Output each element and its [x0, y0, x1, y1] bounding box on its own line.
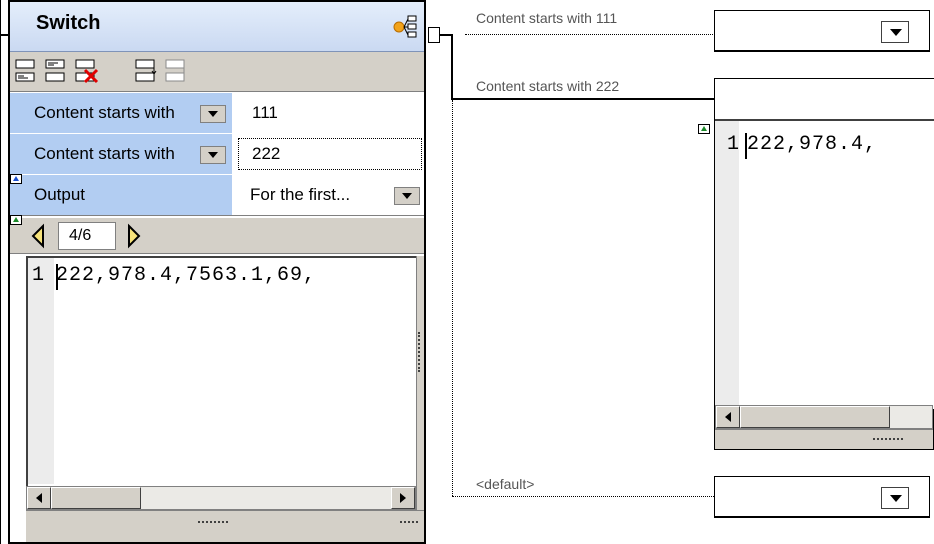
line-number: 1	[727, 133, 740, 156]
switch-title: Switch	[36, 12, 101, 34]
case-value[interactable]: 222	[252, 144, 280, 164]
text-preview[interactable]: 1 222,978.4,7563.1,69,	[26, 256, 416, 486]
line-number: 1	[32, 264, 45, 287]
case1-label: Content starts with 111	[476, 10, 618, 26]
default-output-box[interactable]	[714, 476, 930, 518]
insert-case-above-icon[interactable]	[12, 58, 40, 84]
switch-trunk-solid	[451, 34, 453, 100]
output-mode-dropdown[interactable]	[394, 187, 420, 205]
line-number-gutter	[715, 121, 739, 407]
scroll-right-button[interactable]	[391, 487, 415, 509]
case2-label: Content starts with 222	[476, 78, 620, 94]
output-label: Output	[34, 185, 86, 204]
case-condition-dropdown[interactable]	[200, 105, 226, 123]
switch-header[interactable]: Switch	[10, 2, 424, 52]
case-label: Content starts with	[34, 144, 175, 163]
case-label: Content starts with	[34, 103, 175, 122]
scroll-left-button[interactable]	[27, 487, 51, 509]
next-page-icon[interactable]	[122, 222, 146, 250]
delete-case-icon[interactable]	[72, 58, 100, 84]
switch-trunk-dotted	[452, 100, 453, 496]
line-number-gutter	[28, 258, 54, 484]
preview-pager: 4/6	[10, 218, 424, 254]
left-border-line	[0, 0, 1, 544]
default-output-dropdown[interactable]	[881, 487, 909, 509]
case-label-cell: Content starts with	[10, 93, 232, 133]
default-label: <default>	[476, 476, 535, 492]
case2-preview-frame: 1 222,978.4,	[715, 119, 934, 409]
collapse-marker-icon[interactable]	[10, 174, 22, 184]
case-row-2: Content starts with 222	[10, 134, 424, 175]
preview-line: 222,978.4,	[747, 133, 878, 156]
case2-resize-grip[interactable]	[715, 429, 933, 449]
case2-connector	[451, 98, 715, 100]
switch-toolbar	[10, 52, 424, 92]
case2-expand-marker-icon[interactable]	[698, 124, 710, 134]
previous-page-icon[interactable]	[26, 222, 50, 250]
case-value[interactable]: 111	[252, 103, 278, 123]
output-value[interactable]: For the first...	[250, 185, 350, 205]
scroll-thumb[interactable]	[740, 406, 890, 428]
expand-marker-icon[interactable]	[10, 215, 22, 225]
corner-grip-dots	[400, 521, 418, 523]
output-row: Output For the first...	[10, 175, 424, 216]
bottom-resize-grip[interactable]	[26, 510, 424, 542]
case2-output-header	[715, 79, 934, 119]
scroll-thumb[interactable]	[51, 487, 141, 509]
preview-horizontal-scrollbar[interactable]	[26, 486, 416, 510]
grip-dots	[418, 332, 420, 372]
default-connector	[452, 496, 714, 497]
case-row-1: Content starts with 111	[10, 93, 424, 134]
insert-case-below-icon[interactable]	[42, 58, 70, 84]
grip-dots	[873, 438, 903, 440]
case1-output-dropdown[interactable]	[881, 21, 909, 43]
switch-component[interactable]: Switch Content starts with 111 Content s…	[8, 0, 426, 544]
case1-output-box[interactable]	[714, 10, 930, 52]
case-label-cell: Content starts with	[10, 134, 232, 174]
output-label-cell: Output	[10, 175, 232, 215]
scroll-left-icon	[725, 412, 731, 422]
scroll-left-icon	[36, 493, 42, 503]
case1-connector	[465, 34, 715, 35]
case-condition-dropdown[interactable]	[200, 146, 226, 164]
pager-page-indicator: 4/6	[58, 222, 116, 250]
output-port[interactable]	[428, 27, 440, 43]
move-case-down-icon	[165, 59, 185, 82]
vertical-resize-grip[interactable]	[416, 256, 424, 542]
preview-line: 222,978.4,7563.1,69,	[56, 264, 317, 287]
scroll-left-button[interactable]	[716, 406, 740, 428]
case2-horizontal-scrollbar[interactable]	[715, 405, 933, 429]
switch-component-icon	[393, 15, 417, 38]
case2-output-component[interactable]: 1 222,978.4,	[714, 78, 934, 450]
move-case-up-icon[interactable]	[132, 58, 160, 84]
scroll-right-icon	[400, 493, 406, 503]
bottom-grip-dots	[198, 521, 228, 523]
